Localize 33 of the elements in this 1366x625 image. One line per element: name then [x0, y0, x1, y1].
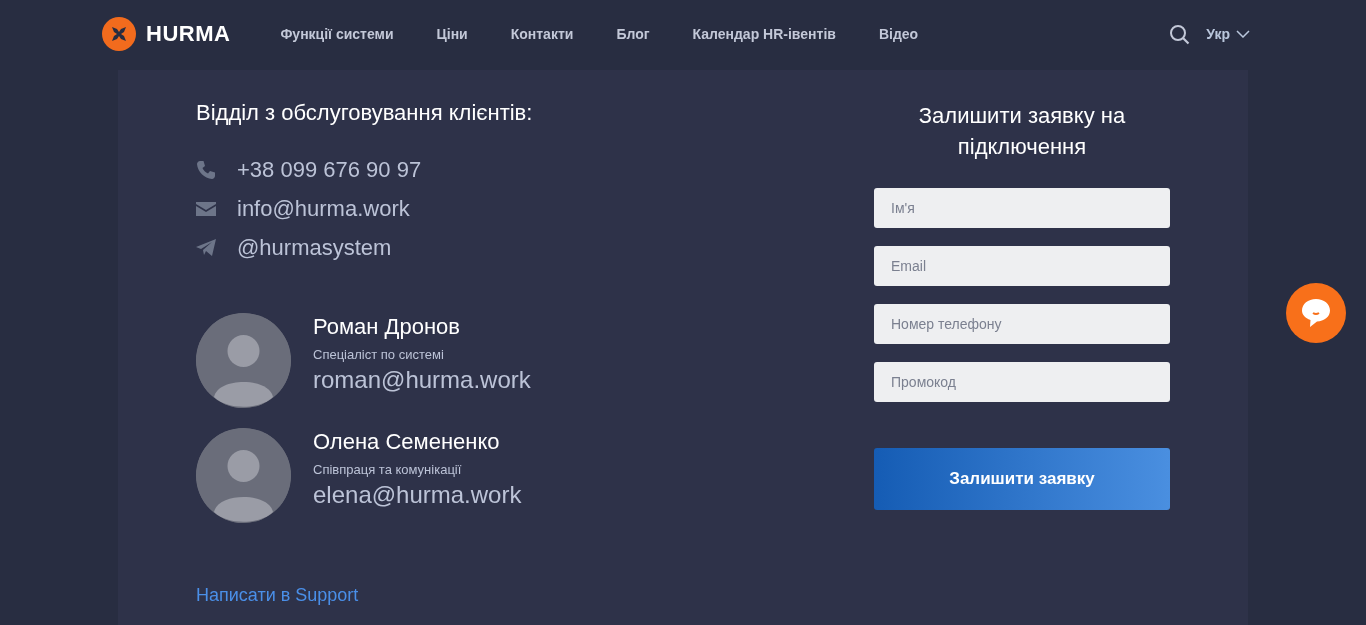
paper-plane-icon: [196, 239, 216, 256]
input-field[interactable]: Ім'я: [874, 188, 1170, 228]
person-name: Роман Дронов: [313, 313, 461, 341]
search-icon[interactable]: [1169, 23, 1191, 45]
submit-button[interactable]: Залишити заявку: [874, 448, 1170, 510]
support-link[interactable]: Написати в Support: [196, 585, 359, 606]
person-name: Олена Семененко: [313, 428, 501, 456]
input-field[interactable]: Email: [874, 246, 1170, 286]
person-role: Спеціаліст по системі: [313, 347, 445, 362]
contact-text: @hurmasystem: [237, 234, 392, 261]
contact-text: info@hurma.work: [237, 195, 410, 222]
form-title: Залишити заявку на підключення: [917, 102, 1127, 161]
logo-text: HURMA: [146, 21, 231, 47]
envelope-icon: [196, 201, 216, 216]
language-selector[interactable]: Укр: [1206, 26, 1250, 42]
section-heading: Відділ з обслуговування клієнтів:: [196, 100, 534, 126]
nav-link[interactable]: Календар HR-івентів: [692, 26, 836, 42]
input-field[interactable]: Промокод: [874, 362, 1170, 402]
person-email: elena@hurma.work: [313, 481, 522, 509]
nav-link[interactable]: Контакти: [510, 26, 574, 42]
chat-button[interactable]: [1286, 283, 1346, 343]
nav-link[interactable]: Відео: [878, 26, 919, 42]
nav-link[interactable]: Функції системи: [280, 26, 394, 42]
phone-icon: [196, 159, 216, 180]
person-role: Співпраця та комунікації: [313, 462, 463, 477]
person-email: roman@hurma.work: [313, 366, 531, 394]
nav-link[interactable]: Блог: [616, 26, 650, 42]
input-field[interactable]: Номер телефону: [874, 304, 1170, 344]
chat-bubble-icon: [1301, 298, 1331, 328]
nav-link[interactable]: Ціни: [436, 26, 468, 42]
chevron-down-icon: [1236, 30, 1250, 38]
contact-text: +38 099 676 90 97: [237, 156, 422, 183]
logo-icon: [102, 17, 136, 51]
